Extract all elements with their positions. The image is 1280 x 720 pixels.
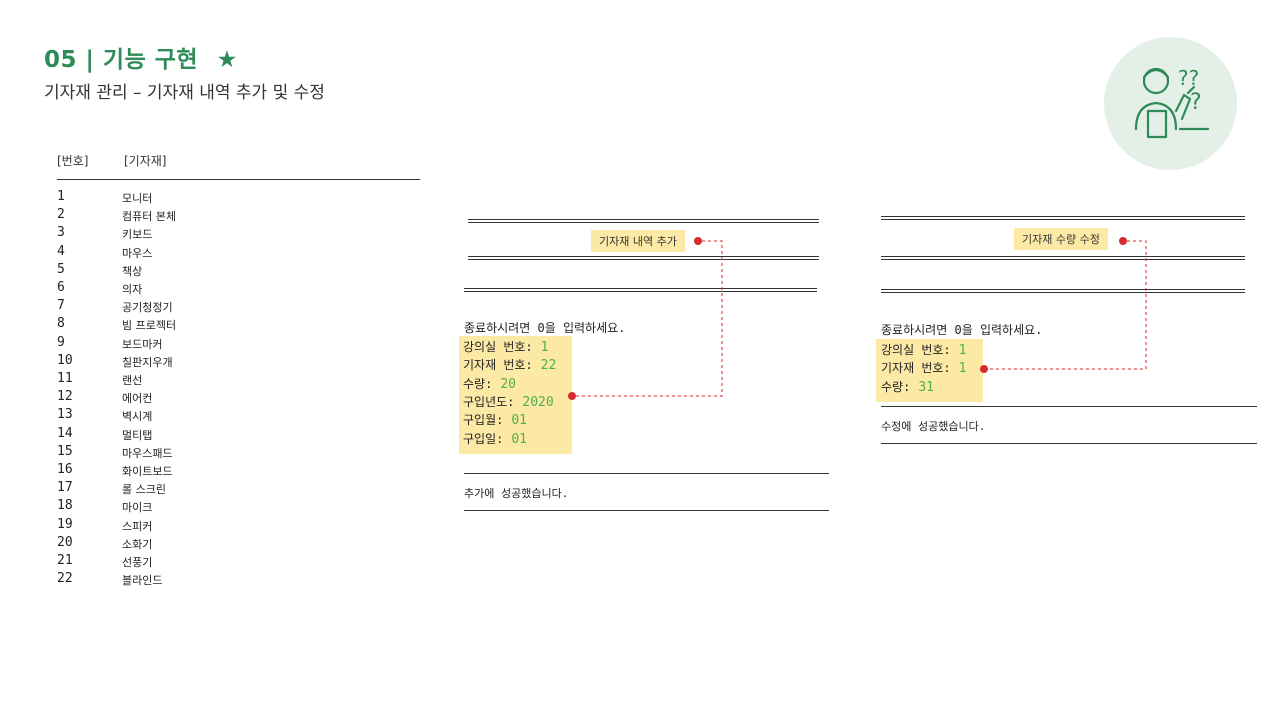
add-connector-line bbox=[576, 240, 723, 397]
connector-lines bbox=[576, 240, 1147, 397]
edit-connector-line bbox=[988, 240, 1147, 370]
